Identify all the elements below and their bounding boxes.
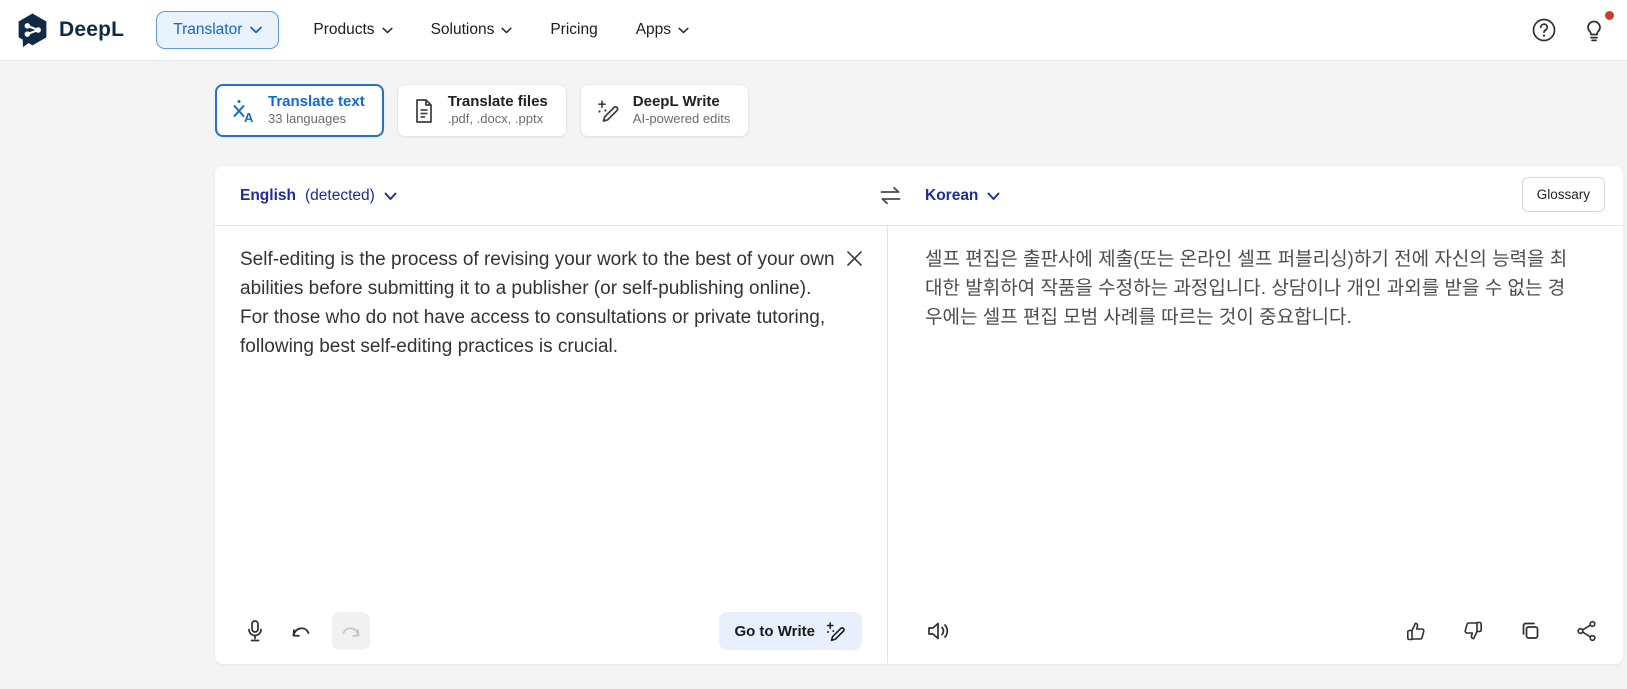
tab-title: Translate files (448, 93, 548, 112)
microphone-icon[interactable] (240, 612, 270, 650)
translator-card: English (detected) Korean (215, 166, 1623, 664)
pen-sparkle-icon (595, 98, 621, 124)
undo-icon[interactable] (284, 612, 318, 650)
deepl-wordmark: DeepL (59, 18, 124, 42)
target-toolbar (923, 612, 1600, 650)
target-panel: 셀프 편집은 출판사에 제출(또는 온라인 셀프 퍼블리싱)하기 전에 자신의 … (888, 226, 1623, 663)
nav-item-products[interactable]: Products (313, 21, 392, 39)
deepl-logo-icon (14, 12, 51, 49)
main-area: A Translate text 33 languages Translate … (0, 61, 1627, 689)
pen-sparkle-icon (824, 620, 847, 643)
translation-output-text: 셀프 편집은 출판사에 제출(또는 온라인 셀프 퍼블리싱)하기 전에 자신의 … (888, 226, 1623, 332)
source-toolbar: Go to Write (240, 612, 862, 650)
tab-subtitle: AI-powered edits (633, 111, 731, 128)
redo-icon[interactable] (332, 612, 370, 650)
translator-label: Translator (173, 21, 242, 39)
nav-item-solutions[interactable]: Solutions (431, 21, 513, 39)
nav-item-label: Apps (636, 21, 671, 39)
thumbs-down-icon[interactable] (1460, 612, 1486, 650)
glossary-button[interactable]: Glossary (1522, 177, 1605, 212)
go-to-write-button[interactable]: Go to Write (719, 612, 862, 650)
source-language-name: English (240, 187, 296, 205)
tab-translate-files[interactable]: Translate files .pdf, .docx, .pptx (397, 84, 567, 137)
share-icon[interactable] (1574, 612, 1600, 650)
nav-item-label: Solutions (431, 21, 495, 39)
document-icon (412, 98, 436, 124)
target-language-name: Korean (925, 187, 978, 205)
notification-dot (1605, 11, 1614, 20)
copy-icon[interactable] (1517, 612, 1543, 650)
help-icon[interactable] (1531, 17, 1557, 43)
go-to-write-label: Go to Write (734, 623, 815, 640)
target-actions (1403, 612, 1600, 650)
clear-source-close-icon[interactable] (846, 250, 863, 267)
tab-title: Translate text (268, 93, 365, 112)
tab-subtitle: 33 languages (268, 111, 365, 128)
translation-panels: Self-editing is the process of revising … (215, 226, 1623, 663)
tab-subtitle: .pdf, .docx, .pptx (448, 111, 548, 128)
thumbs-up-icon[interactable] (1403, 612, 1429, 650)
source-text-input[interactable]: Self-editing is the process of revising … (215, 226, 887, 361)
language-bar: English (detected) Korean (215, 166, 1623, 226)
mode-tabs: A Translate text 33 languages Translate … (215, 84, 749, 137)
listen-speaker-icon[interactable] (923, 612, 953, 650)
source-panel: Self-editing is the process of revising … (215, 226, 888, 663)
detected-label: (detected) (305, 187, 375, 205)
chevron-down-icon (678, 27, 689, 34)
target-language-selector[interactable]: Korean (925, 166, 1000, 226)
chevron-down-icon (987, 192, 1000, 201)
chevron-down-icon (382, 27, 393, 34)
nav-item-apps[interactable]: Apps (636, 21, 689, 39)
main-nav: Products Solutions Pricing Apps (313, 21, 689, 39)
chevron-down-icon (501, 27, 512, 34)
deepl-logo[interactable]: DeepL (14, 12, 124, 49)
chevron-down-icon (384, 192, 397, 201)
nav-item-pricing[interactable]: Pricing (550, 21, 597, 39)
tab-title: DeepL Write (633, 93, 731, 112)
source-language-selector[interactable]: English (detected) (240, 166, 397, 226)
tab-translate-text[interactable]: A Translate text 33 languages (215, 84, 384, 137)
nav-item-label: Pricing (550, 21, 597, 39)
translator-product-switcher[interactable]: Translator (156, 11, 279, 49)
tab-deepl-write[interactable]: DeepL Write AI-powered edits (580, 84, 750, 137)
whats-new-lightbulb-icon[interactable] (1581, 17, 1607, 43)
nav-item-label: Products (313, 21, 374, 39)
swap-languages-icon[interactable] (877, 183, 904, 208)
header-actions (1531, 17, 1607, 43)
top-navigation-bar: DeepL Translator Products Solutions Pric… (0, 0, 1627, 61)
svg-text:A: A (244, 110, 254, 124)
translate-text-icon: A (230, 97, 256, 124)
chevron-down-icon (250, 26, 262, 34)
